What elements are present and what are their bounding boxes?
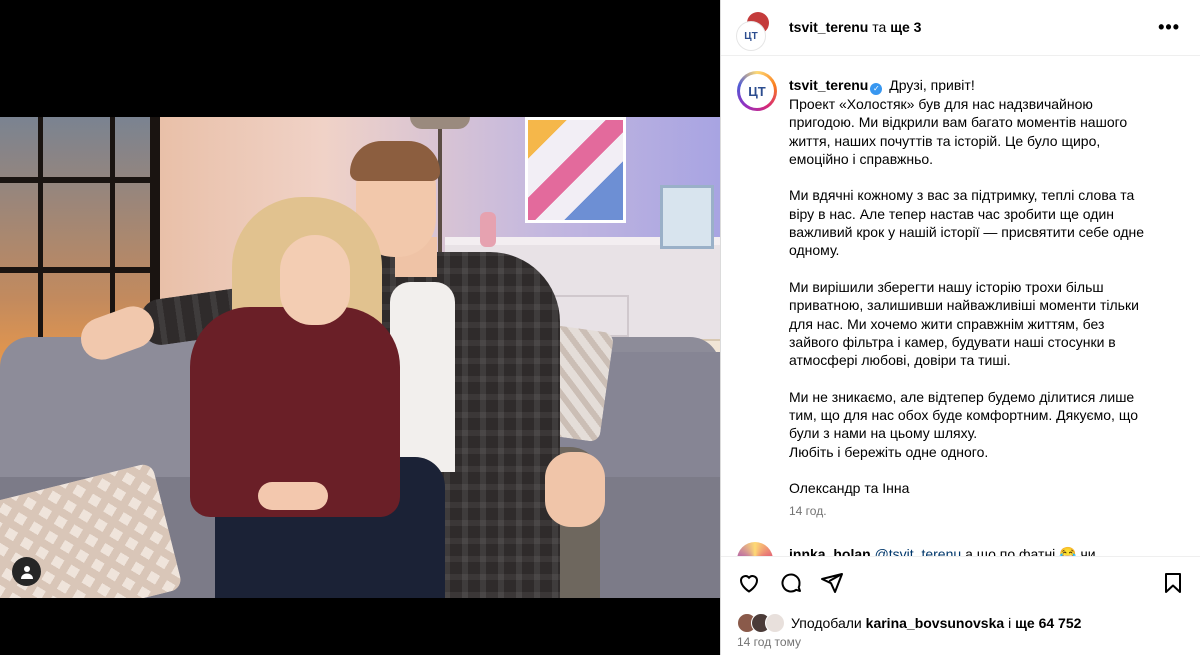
man-hand-knee	[545, 452, 605, 527]
man-hair	[350, 141, 440, 181]
comment-avatar[interactable]	[737, 542, 773, 556]
comment-icon[interactable]	[779, 571, 803, 595]
likes-user[interactable]: karina_bovsunovska	[866, 615, 1005, 631]
caption-paragraph-1: Проект «Холостяк» був для нас надзвичайн…	[789, 96, 1128, 167]
caption-username[interactable]: tsvit_terenu	[789, 77, 868, 93]
vase	[480, 212, 496, 247]
action-bar: Уподобали karina_bovsunovska і ще 64 752…	[721, 556, 1200, 655]
header-others[interactable]: ще 3	[890, 19, 921, 35]
caption-paragraph-3: Ми вирішили зберегти нашу історію трохи …	[789, 278, 1139, 369]
caption-paragraph-2: Ми вдячні кожному з вас за підтримку, те…	[789, 187, 1145, 259]
posted-ago[interactable]: 14 год тому	[737, 635, 801, 649]
likes-summary: Уподобали karina_bovsunovska і ще 64 752	[737, 613, 1081, 633]
verified-badge-icon: ✓	[870, 83, 883, 95]
comment-text: а що по фатні 😂 чи	[965, 546, 1096, 556]
post-media[interactable]	[0, 0, 720, 655]
post-authors[interactable]: tsvit_terenu та ще 3	[789, 19, 921, 35]
comment-mention[interactable]: @tsvit_terenu	[875, 546, 962, 556]
caption-text: tsvit_terenu ✓ Друзі, привіт! Проект «Хол…	[789, 76, 1185, 520]
header-connector: та	[872, 19, 887, 35]
caption-time[interactable]: 14 год.	[789, 502, 1185, 520]
wall-art	[525, 117, 626, 223]
likes-prefix: Уподобали	[791, 615, 862, 631]
liker-avatars[interactable]	[737, 613, 789, 633]
caption-paragraph-4: Ми не зникаємо, але відтепер будемо діли…	[789, 388, 1138, 460]
likes-connector: і	[1008, 615, 1012, 631]
post-panel: ЦТ tsvit_terenu та ще 3 ••• ЦТ tsvit_ter…	[720, 0, 1200, 655]
header-username[interactable]: tsvit_terenu	[789, 19, 868, 35]
post-photo	[0, 117, 720, 598]
more-options-button[interactable]: •••	[1158, 17, 1180, 38]
caption-first-line: Друзі, привіт!	[889, 77, 975, 93]
woman-hand	[258, 482, 328, 510]
caption-avatar[interactable]: ЦТ	[737, 71, 777, 111]
comment-peek: innka_holan @tsvit_terenu а що по фатні …	[737, 542, 1200, 556]
share-icon[interactable]	[820, 571, 844, 595]
comment-username[interactable]: innka_holan	[789, 546, 871, 556]
bookmark-icon[interactable]	[1161, 571, 1185, 595]
lamp	[410, 117, 470, 129]
tagged-users-icon[interactable]	[12, 557, 41, 586]
likes-count[interactable]: ще 64 752	[1015, 615, 1081, 631]
woman-face	[280, 235, 350, 325]
post-header: ЦТ tsvit_terenu та ще 3 •••	[721, 0, 1200, 56]
caption-signature: Олександр та Інна	[789, 480, 910, 497]
heart-icon[interactable]	[737, 571, 761, 595]
collab-avatars[interactable]: ЦТ	[737, 12, 769, 50]
picture-frame	[660, 185, 714, 249]
